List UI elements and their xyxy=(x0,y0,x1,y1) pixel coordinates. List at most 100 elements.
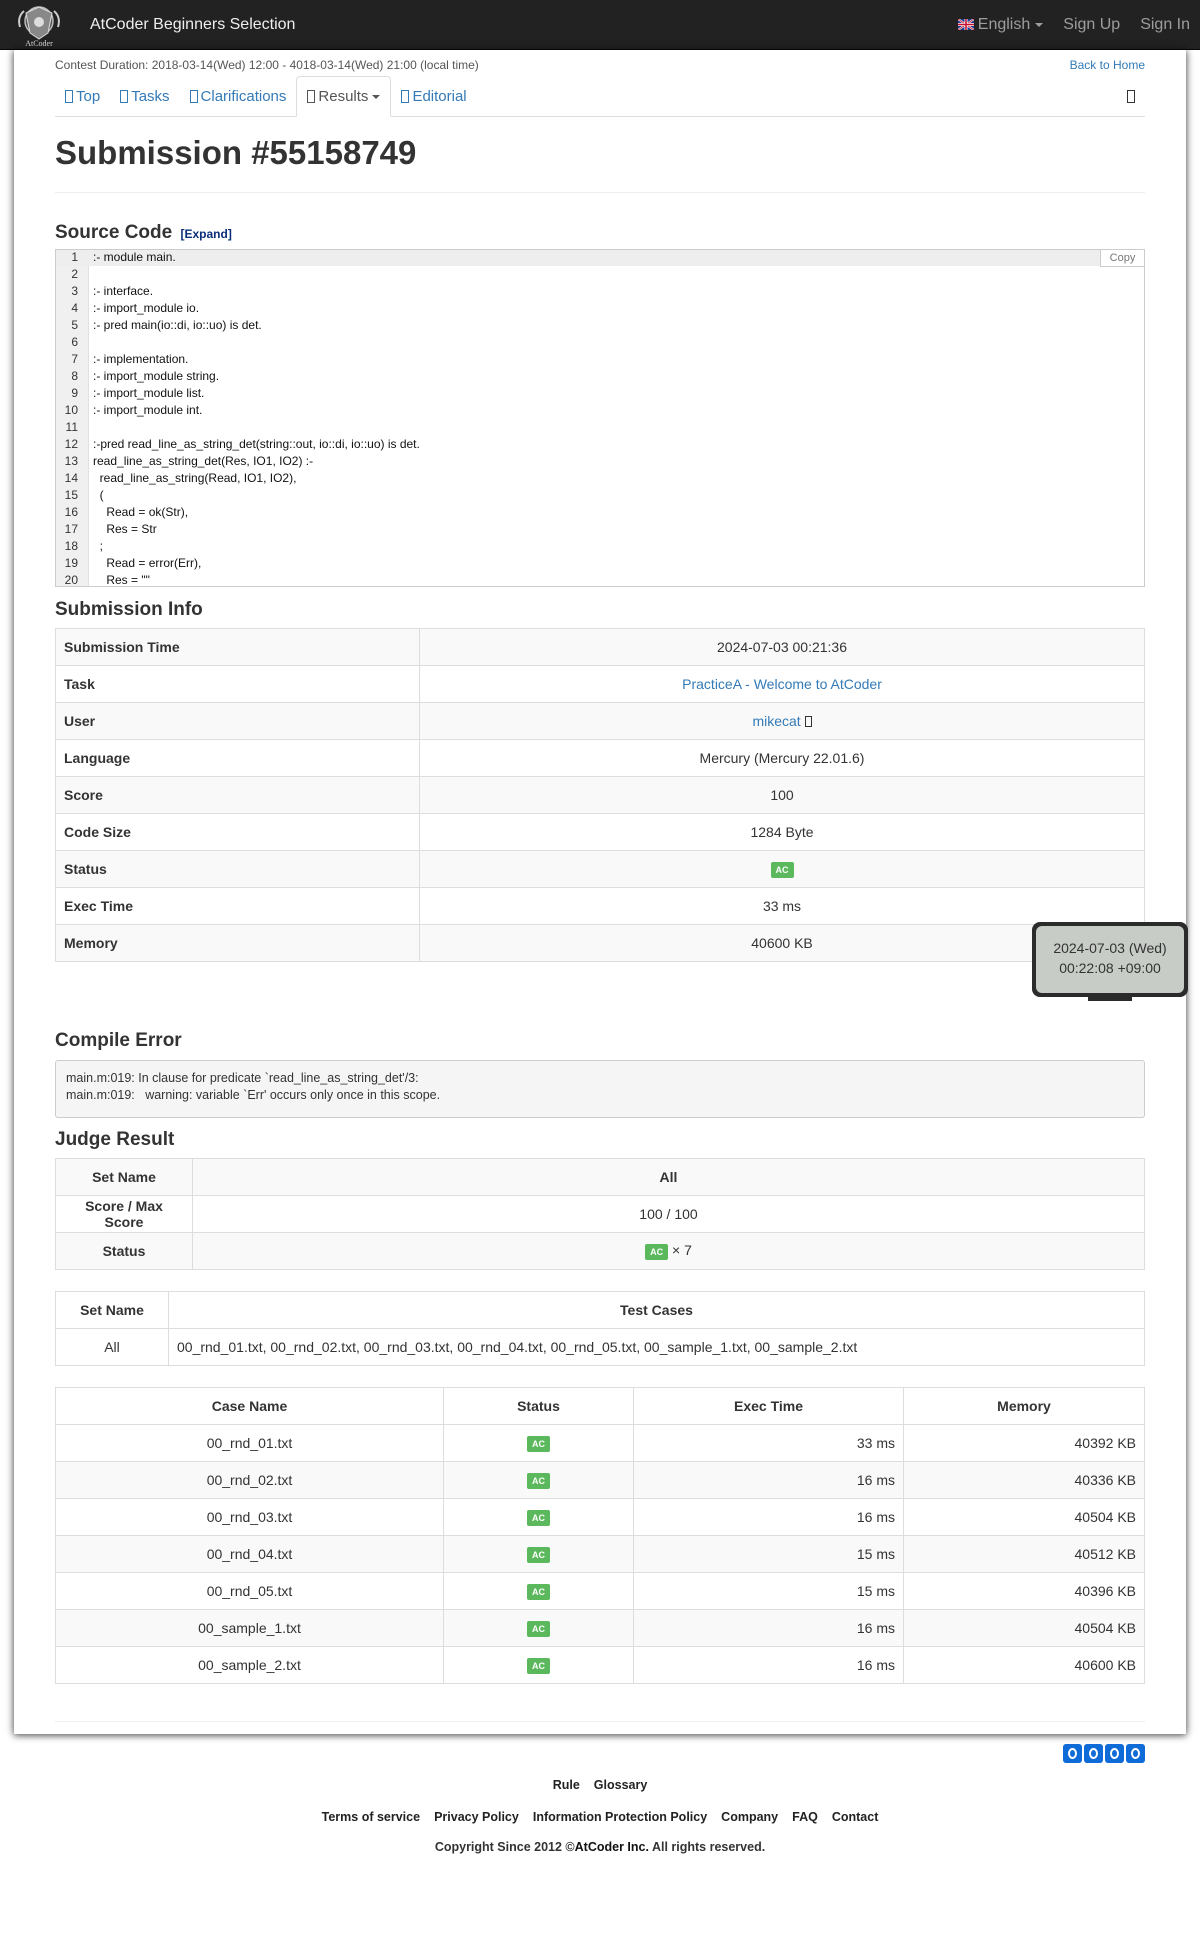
code-line: 3:- interface. xyxy=(56,283,1144,300)
column-header[interactable]: Status xyxy=(443,1387,634,1425)
score-label: Score / Max Score xyxy=(55,1195,193,1233)
memory: 40396 KB xyxy=(903,1572,1145,1610)
case-name: 00_sample_1.txt xyxy=(55,1609,444,1647)
line-number: 2 xyxy=(71,267,78,281)
copy-button[interactable]: Copy xyxy=(1100,250,1144,267)
table-row: Language Mercury (Mercury 22.01.6) xyxy=(55,739,1145,777)
code-line: 1:- module main. xyxy=(56,250,1144,266)
exec-time: 15 ms xyxy=(633,1535,904,1573)
judge-result-heading: Judge Result xyxy=(55,1129,175,1150)
compile-error-heading: Compile Error xyxy=(55,1030,182,1051)
line-number: 14 xyxy=(64,471,78,485)
expand-link[interactable]: [Expand] xyxy=(180,227,231,241)
code-text: ( xyxy=(93,488,104,502)
user-search-icon[interactable] xyxy=(804,716,812,727)
atcoder-logo[interactable]: AtCoder xyxy=(14,3,64,48)
column-header[interactable]: Memory xyxy=(903,1387,1145,1425)
memory: 40600 KB xyxy=(903,1646,1145,1684)
memory: 40504 KB xyxy=(903,1498,1145,1536)
submission-info-heading: Submission Info xyxy=(55,599,203,620)
footer-link-info-protection[interactable]: Information Protection Policy xyxy=(533,1810,707,1824)
tasks-icon xyxy=(120,89,129,103)
table-row: Score / Max Score 100 / 100 xyxy=(55,1195,1145,1233)
case-name: 00_sample_2.txt xyxy=(55,1646,444,1684)
user-link[interactable]: mikecat xyxy=(752,713,800,729)
copyright: Copyright Since 2012 ©AtCoder Inc. All r… xyxy=(434,1840,766,1854)
row-label: Task xyxy=(55,665,420,703)
code-line: 9:- import_module list. xyxy=(56,385,1144,402)
fullscreen-icon[interactable] xyxy=(1127,90,1135,103)
line-number: 16 xyxy=(64,505,78,519)
back-to-home-link[interactable]: Back to Home xyxy=(1070,58,1145,72)
page-title: Submission #55158749 xyxy=(55,134,417,171)
status-badge: AC xyxy=(527,1436,550,1452)
footer-link-faq[interactable]: FAQ xyxy=(792,1810,818,1824)
footer-link-privacy[interactable]: Privacy Policy xyxy=(434,1810,519,1824)
memory: 40512 KB xyxy=(903,1535,1145,1573)
task-link[interactable]: PracticeA - Welcome to AtCoder xyxy=(682,676,882,692)
tooltip-time: 00:22:08 +09:00 xyxy=(1059,960,1161,976)
telegram-icon[interactable] xyxy=(1105,1744,1124,1763)
code-line: 5:- pred main(io::di, io::uo) is det. xyxy=(56,317,1144,334)
brand[interactable]: AtCoder AtCoder Beginners Selection xyxy=(0,0,295,50)
set-name: All xyxy=(55,1328,169,1366)
tab-top[interactable]: Top xyxy=(55,76,110,116)
table-row: Code Size 1284 Byte xyxy=(55,813,1145,851)
code-text: :- import_module int. xyxy=(93,403,203,417)
exec-time: 16 ms xyxy=(633,1498,904,1536)
tab-clarifications[interactable]: Clarifications xyxy=(180,76,297,116)
status-badge: AC xyxy=(527,1658,550,1674)
table-row: Submission Time 2024-07-03 00:21:36 xyxy=(55,628,1145,666)
share-plus-icon[interactable] xyxy=(1126,1744,1145,1763)
row-label: Score xyxy=(55,776,420,814)
code-text: :- implementation. xyxy=(93,352,189,366)
home-icon xyxy=(65,89,73,103)
brand-title[interactable]: AtCoder Beginners Selection xyxy=(90,16,295,34)
line-number: 12 xyxy=(64,437,78,451)
status-badge: AC xyxy=(770,862,794,878)
code-line: 6 xyxy=(56,334,1144,351)
column-header: Set Name xyxy=(55,1291,169,1329)
tab-results[interactable]: Results xyxy=(296,76,392,117)
code-text: Read = ok(Str), xyxy=(93,505,189,519)
line-number: 20 xyxy=(64,573,78,587)
line-number: 6 xyxy=(71,335,78,349)
sign-up-link[interactable]: Sign Up xyxy=(1053,16,1130,34)
table-row: 00_rnd_05.txt AC 15 ms 40396 KB xyxy=(55,1572,1145,1610)
twitter-icon[interactable] xyxy=(1084,1744,1103,1763)
code-text: Res = "" xyxy=(93,573,150,587)
code-text: :- import_module string. xyxy=(93,369,220,383)
footer-link-glossary[interactable]: Glossary xyxy=(594,1778,648,1792)
table-header-row: Case Name Status Exec Time Memory xyxy=(55,1387,1145,1425)
language-dropdown[interactable]: English xyxy=(948,16,1053,34)
code-text: :- import_module io. xyxy=(93,301,200,315)
question-icon xyxy=(189,89,198,103)
tab-tasks[interactable]: Tasks xyxy=(110,76,179,116)
footer-link-company[interactable]: Company xyxy=(721,1810,778,1824)
source-code-block[interactable]: 1:- module main. 2 3:- interface. 4 :- impor… xyxy=(55,249,1145,587)
uk-flag-icon xyxy=(957,19,974,30)
row-label: Status xyxy=(55,850,420,888)
code-line: 7:- implementation. xyxy=(56,351,1144,368)
case-name: 00_rnd_04.txt xyxy=(55,1535,444,1573)
line-number: 11 xyxy=(65,420,78,434)
table-row: Exec Time 33 ms xyxy=(55,887,1145,925)
code-line: 14 read_line_as_string(Read, IO1, IO2), xyxy=(56,470,1144,487)
footer-link-terms[interactable]: Terms of service xyxy=(322,1810,420,1824)
code-text: :- pred main(io::di, io::uo) is det. xyxy=(93,318,262,332)
tab-editorial[interactable]: Editorial xyxy=(391,76,476,116)
table-row: All 00_rnd_01.txt, 00_rnd_02.txt, 00_rnd… xyxy=(55,1328,1145,1366)
column-header[interactable]: Case Name xyxy=(55,1387,444,1425)
score-max-value: 100 / 100 xyxy=(192,1195,1145,1233)
facebook-icon[interactable] xyxy=(1063,1744,1082,1763)
line-number: 3 xyxy=(71,284,78,298)
contest-tabs: Top Tasks Clarifications Results Editori… xyxy=(55,76,1145,117)
line-number: 4 xyxy=(71,301,78,315)
judge-result-table: Set Name All Score / Max Score 100 / 100 S… xyxy=(55,1158,1145,1270)
column-header[interactable]: Exec Time xyxy=(633,1387,904,1425)
footer-link-rule[interactable]: Rule xyxy=(553,1778,580,1792)
sign-in-link[interactable]: Sign In xyxy=(1130,16,1200,34)
footer-link-contact[interactable]: Contact xyxy=(832,1810,879,1824)
row-label: Submission Time xyxy=(55,628,420,666)
table-row: User mikecat xyxy=(55,702,1145,740)
